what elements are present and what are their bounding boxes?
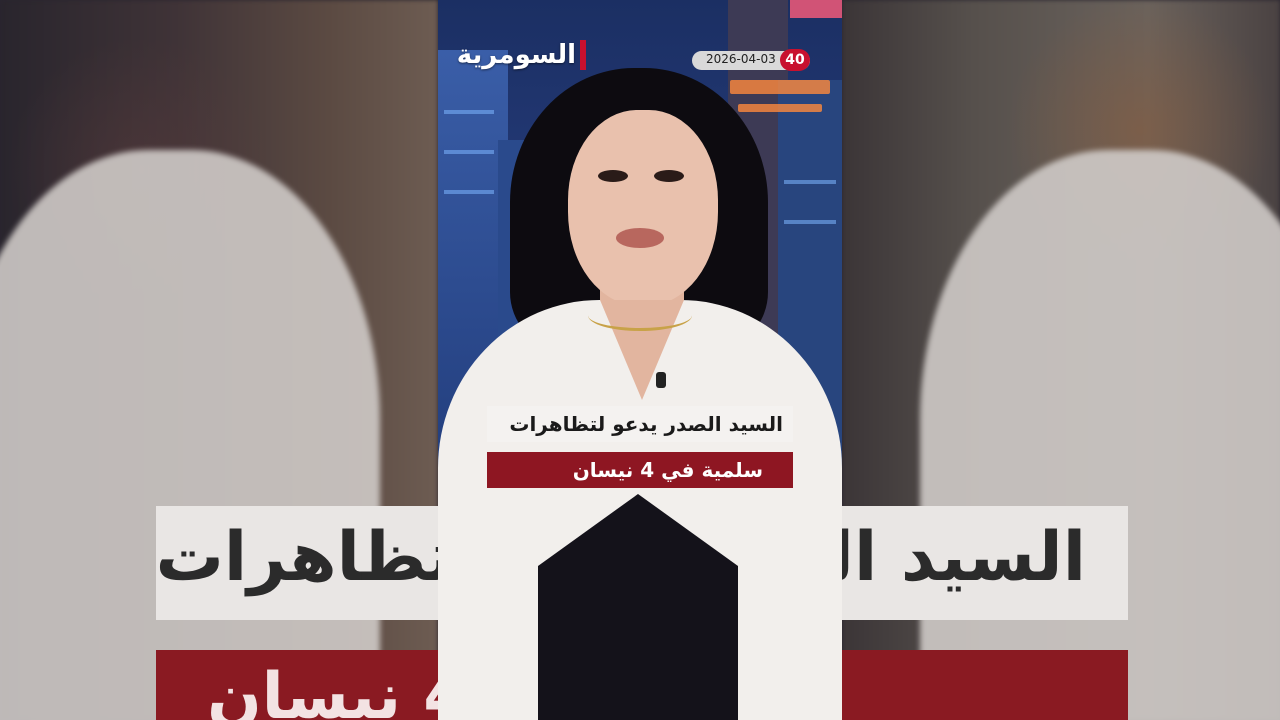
building-light — [784, 180, 836, 184]
anchor-eye — [654, 170, 684, 182]
anchor-face — [568, 110, 718, 306]
headline-line-2: سلمية في 4 نيسان — [572, 458, 763, 482]
broadcast-date: 2026-04-03 — [706, 52, 776, 66]
channel-logo-text: السومرية — [456, 40, 576, 70]
headline-caption-red: سلمية في 4 نيسان — [487, 452, 793, 488]
building-light — [784, 220, 836, 224]
lapel-mic-icon — [656, 372, 666, 388]
anchor-lips — [616, 228, 664, 248]
video-frame[interactable]: السومرية 2026-04-03 40 السيد الصدر يدعو … — [438, 0, 842, 720]
building-light — [730, 80, 830, 94]
building-light — [444, 150, 494, 154]
headline-caption-white: السيد الصدر يدعو لتظاهرات — [487, 406, 793, 442]
building-light — [444, 110, 494, 114]
anchor-necklace — [588, 300, 692, 331]
anchor-eye — [598, 170, 628, 182]
headline-line-1: السيد الصدر يدعو لتظاهرات — [509, 412, 783, 436]
anniversary-badge: 40 — [780, 49, 810, 71]
building-light — [738, 104, 822, 112]
background-shoulder — [920, 150, 1280, 720]
building-light — [444, 190, 494, 194]
logo-accent-bar — [580, 40, 586, 70]
building-light — [790, 0, 842, 18]
background-shoulder — [0, 150, 380, 720]
channel-logo: السومرية — [456, 38, 586, 72]
